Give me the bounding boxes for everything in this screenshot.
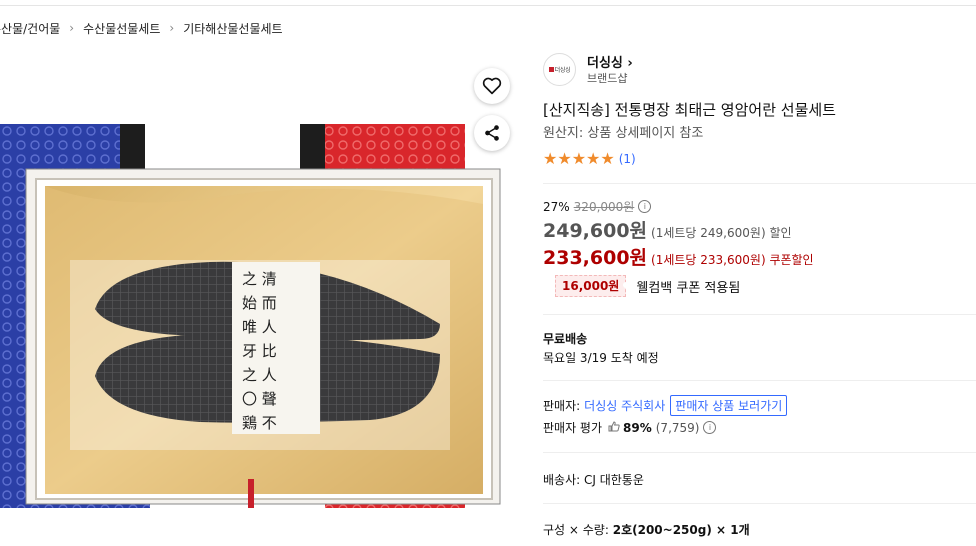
seller-rating-percent: 89% [623, 420, 652, 435]
star-icon: ★ [586, 149, 601, 168]
option-value: 2호(200~250g) × 1개 [612, 523, 750, 537]
heart-icon [482, 77, 502, 95]
coupon-amount-badge: 16,000원 [555, 275, 630, 297]
sale-price-note: (1세트당 249,600원) 할인 [651, 226, 792, 240]
svg-text:牙 比: 牙 比 [242, 342, 277, 360]
seller-rating-count: (7,759) [655, 420, 700, 435]
seller-products-button[interactable]: 판매자 상품 보러가기 [670, 395, 788, 416]
svg-text:之 人: 之 人 [242, 366, 277, 384]
discount-row: 27% 320,000원 i [543, 198, 652, 215]
info-icon[interactable]: i [703, 421, 717, 434]
coupon-price-row: 233,600원 (1세트당 233,600원) 쿠폰할인 [543, 243, 814, 270]
top-divider [0, 5, 976, 6]
divider [543, 380, 976, 381]
star-icon: ★ [571, 149, 587, 168]
carrier-info: 배송사: CJ 대한통운 [543, 473, 644, 487]
breadcrumb: 수산물/건어물 › 수산물선물세트 › 기타해산물선물세트 [0, 18, 283, 38]
divider [543, 314, 976, 315]
chevron-right-icon: › [69, 21, 75, 35]
coupon-row: 16,000원 웰컴백 쿠폰 적용됨 [555, 275, 740, 297]
shipping-arrival: 목요일 3/19 도착 예정 [543, 351, 659, 365]
svg-text:始 而: 始 而 [242, 294, 277, 312]
product-origin: 원산지: 상품 상세페이지 참조 [543, 126, 704, 141]
divider [543, 452, 976, 453]
svg-text:唯 人: 唯 人 [242, 318, 277, 336]
brand-shop-label: 브랜드샵 [587, 72, 628, 85]
brand-logo-text: 더싱싱 [554, 67, 571, 74]
sale-price-row: 249,600원 (1세트당 249,600원) 할인 [543, 216, 792, 243]
option-row: 구성 × 수량: 2호(200~250g) × 1개 [543, 521, 750, 538]
svg-text:鶏 不: 鶏 不 [242, 414, 277, 432]
seller-row: 판매자: 더싱싱 주식회사 판매자 상품 보러가기 [543, 395, 788, 416]
wishlist-button[interactable] [474, 68, 510, 104]
coupon-price-note: (1세트당 233,600원) 쿠폰할인 [651, 253, 814, 267]
star-icon: ★ [557, 149, 572, 168]
breadcrumb-item-seafood[interactable]: 수산물/건어물 [0, 20, 60, 37]
seller-name-link[interactable]: 더싱싱 주식회사 [584, 397, 665, 414]
share-button[interactable] [474, 115, 510, 151]
divider [543, 183, 976, 184]
review-count-link[interactable]: (1) [619, 152, 636, 166]
seller-rating-label: 판매자 평가 [543, 421, 603, 435]
option-label: 구성 × 수량: [543, 523, 609, 537]
share-icon [485, 125, 499, 141]
breadcrumb-item-other-seafood-gift[interactable]: 기타해산물선물세트 [183, 20, 282, 37]
sale-price: 249,600원 [543, 220, 648, 242]
brand-logo-mark [548, 67, 554, 72]
thumbs-up-icon [608, 420, 620, 435]
seller-rating-row: 판매자 평가 89% (7,759) i [543, 419, 717, 436]
chevron-right-icon: › [169, 21, 175, 35]
coupon-price: 233,600원 [543, 247, 648, 269]
divider [543, 503, 976, 504]
star-icon: ★ [543, 149, 558, 168]
brand-name-link[interactable]: 더싱싱 › [587, 52, 633, 71]
brand-name: 더싱싱 [587, 56, 623, 71]
product-image[interactable]: 之 清 始 而 唯 人 牙 比 之 人 〇 聲 鶏 不 [0, 124, 512, 508]
product-rating[interactable]: ★ ★ ★ ★ ★ (1) [543, 151, 636, 167]
original-price: 320,000원 [573, 200, 635, 214]
star-icon: ★ [600, 149, 615, 168]
shipping-title: 무료배송 [543, 332, 588, 346]
chevron-right-icon: › [622, 56, 633, 71]
info-icon[interactable]: i [638, 200, 652, 213]
svg-text:〇 聲: 〇 聲 [242, 390, 277, 408]
brand-logo[interactable]: 더싱싱 [543, 53, 576, 86]
svg-text:之 清: 之 清 [242, 270, 277, 288]
breadcrumb-item-seafood-gift[interactable]: 수산물선물세트 [83, 20, 160, 37]
coupon-applied-text: 웰컴백 쿠폰 적용됨 [636, 280, 741, 296]
discount-rate: 27% [543, 199, 570, 214]
product-title: [산지직송] 전통명장 최태근 영암어란 선물세트 [543, 101, 836, 119]
seller-label: 판매자: [543, 399, 581, 413]
